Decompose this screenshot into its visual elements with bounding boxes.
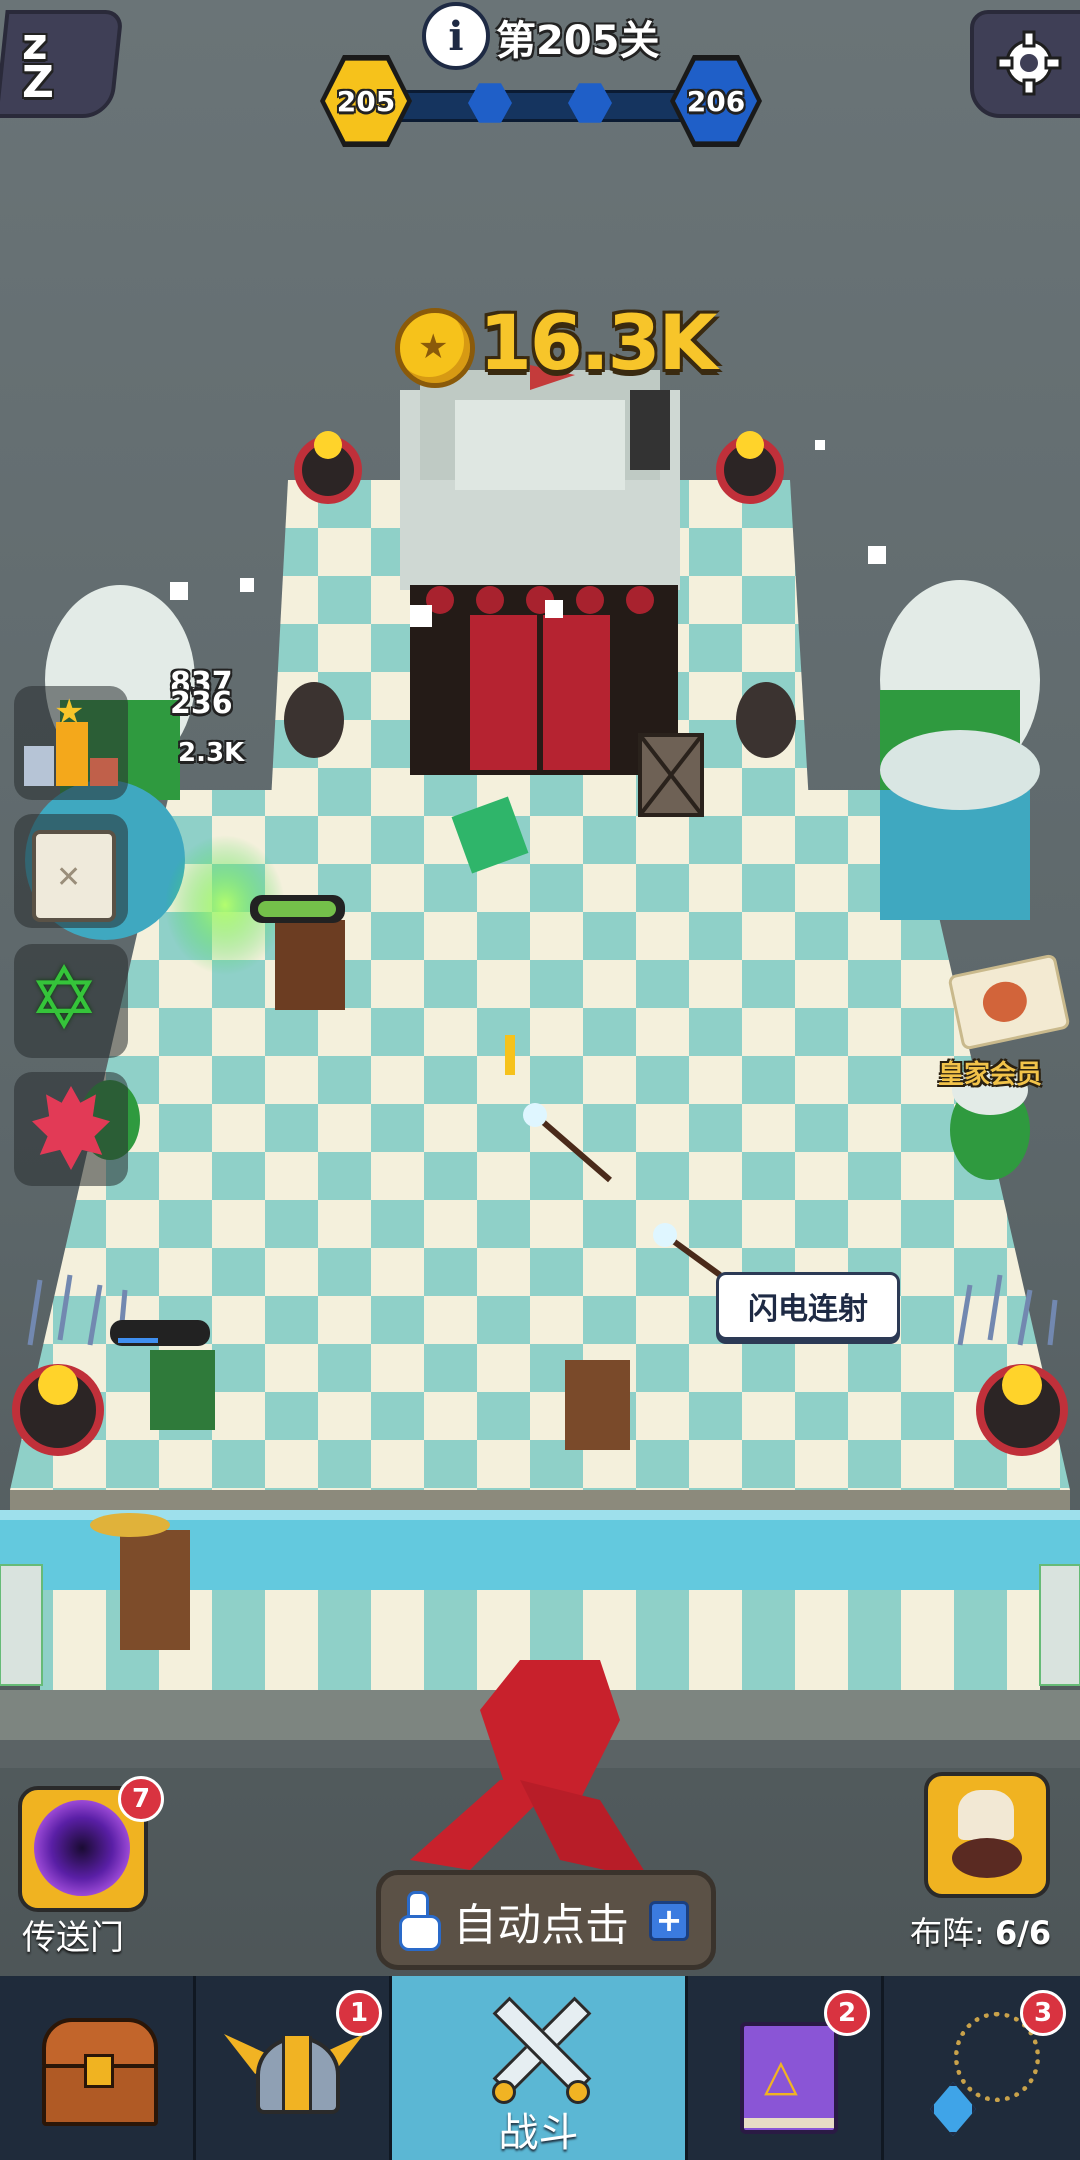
formation-text: 布阵: 6/6 bbox=[910, 1908, 1051, 1954]
ranking-button[interactable]: ★ bbox=[14, 686, 128, 800]
level-progress: 205 206 bbox=[320, 52, 762, 152]
zzz-icon: zZ bbox=[22, 19, 54, 108]
chest-icon bbox=[42, 2018, 158, 2126]
stat-value-3: 2.3K bbox=[178, 738, 245, 768]
nav-amulet-tab[interactable]: 3 bbox=[884, 1976, 1080, 2160]
formation-button[interactable]: 布阵: 6/6 bbox=[910, 1772, 1080, 1962]
portal-button[interactable]: 7 传送门 bbox=[14, 1776, 164, 1962]
coin-amount: 16.3K bbox=[479, 298, 717, 387]
spellbook-icon: △ bbox=[740, 2022, 838, 2134]
scroll-map-icon: ✕ bbox=[32, 830, 116, 922]
crossed-swords-icon bbox=[478, 1988, 598, 2108]
stat-value-2: 236 bbox=[170, 686, 233, 721]
hexagram-icon: ✡ bbox=[28, 949, 101, 1049]
portal-label: 传送门 bbox=[22, 1918, 124, 1958]
game-screen: zZ i 第205关 205 206 ★ 16.3K ★ 837 236 2.3… bbox=[0, 0, 1080, 2160]
trophy-icon: ★ bbox=[24, 692, 118, 786]
auto-click-label: 自动点击 bbox=[453, 1900, 629, 1951]
formation-value: 6/6 bbox=[994, 1914, 1052, 1952]
gear-icon bbox=[996, 30, 1062, 96]
skill-popup: 闪电连射 bbox=[716, 1272, 900, 1340]
viking-helmet-icon bbox=[224, 2016, 364, 2126]
settings-button[interactable] bbox=[970, 10, 1080, 118]
amulet-badge: 3 bbox=[1020, 1990, 1066, 2036]
royal-member-button[interactable]: 皇家会员 bbox=[938, 953, 1080, 1098]
nav-chest-tab[interactable] bbox=[0, 1976, 196, 2160]
maple-leaf-button[interactable] bbox=[14, 1072, 128, 1186]
nav-heroes-tab[interactable]: 1 bbox=[196, 1976, 392, 2160]
plus-icon[interactable]: + bbox=[649, 1901, 689, 1941]
current-level-number: 205 bbox=[336, 84, 396, 118]
battle-arena bbox=[0, 365, 1080, 1880]
spellbook-badge: 2 bbox=[824, 1990, 870, 2036]
royal-card-icon bbox=[947, 953, 1071, 1051]
gold-coin-icon: ★ bbox=[395, 308, 475, 388]
royal-member-label: 皇家会员 bbox=[938, 1060, 1043, 1090]
maple-leaf-icon bbox=[32, 1086, 110, 1170]
hexagram-button[interactable]: ✡ bbox=[14, 944, 128, 1058]
formation-icon bbox=[924, 1772, 1050, 1898]
sleep-button[interactable]: zZ bbox=[0, 10, 124, 118]
skill-popup-label: 闪电连射 bbox=[748, 1292, 868, 1327]
amulet-icon bbox=[924, 2012, 1044, 2136]
quest-scroll-button[interactable]: ✕ bbox=[14, 814, 128, 928]
nav-spellbook-tab[interactable]: △ 2 bbox=[688, 1976, 884, 2160]
hand-pointer-icon bbox=[395, 1887, 441, 1951]
formation-label: 布阵: bbox=[910, 1914, 985, 1952]
auto-click-button[interactable]: 自动点击 + bbox=[376, 1870, 716, 1970]
side-stats: 837 236 2.3K bbox=[170, 666, 290, 776]
battle-label: 战斗 bbox=[498, 2110, 579, 2156]
coin-reward: ★ 16.3K bbox=[395, 298, 717, 388]
nav-battle-tab[interactable]: 战斗 bbox=[392, 1976, 688, 2160]
heroes-badge: 1 bbox=[336, 1990, 382, 2036]
progress-track bbox=[390, 90, 696, 122]
next-level-number: 206 bbox=[686, 84, 746, 118]
portal-badge: 7 bbox=[118, 1776, 164, 1822]
